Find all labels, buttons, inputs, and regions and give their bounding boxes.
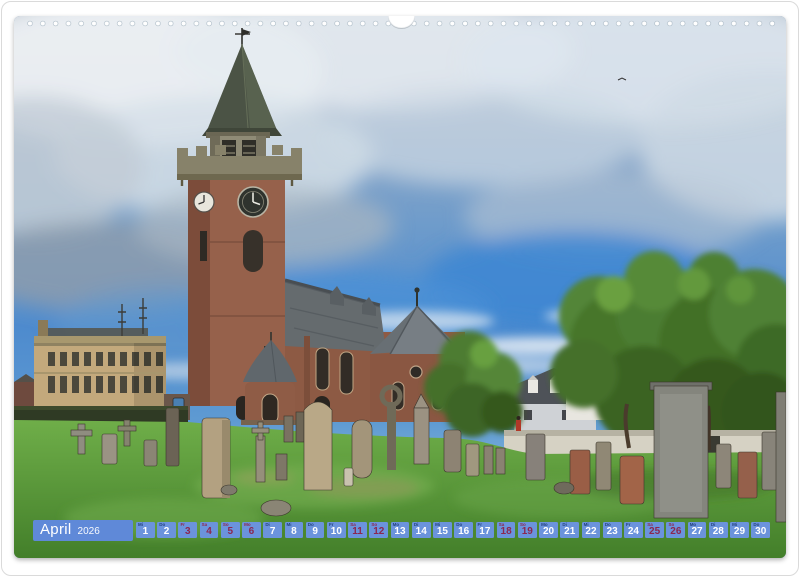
calendar-day-cell: Do 23 [603,522,622,538]
calendar-day-cell: Fr 10 [327,522,346,538]
calendar-day-cell: Mo 6 [242,522,261,538]
month-name: April [40,520,72,540]
weekday-abbr: Fr [626,523,631,528]
weekday-abbr: Di [711,523,716,528]
calendar-day-cell: Mi 29 [730,522,749,538]
calendar-day-cell: Do 9 [306,522,325,538]
calendar-day-cell: Fr 3 [178,522,197,538]
weekday-abbr: Mo [244,523,251,528]
weekday-abbr: Sa [499,523,505,528]
weekday-abbr: Do [308,523,314,528]
calendar-sheet: April 2026 Mi 1 Do 2 Fr 3 Sa 4 So 5 Mo 6… [14,16,786,558]
weekday-abbr: Mi [435,523,440,528]
calendar-day-cell: So 26 [666,522,685,538]
calendar-day-cell: Fr 24 [624,522,643,538]
weekday-abbr: Fr [478,523,483,528]
weekday-abbr: Fr [180,523,185,528]
calendar-day-cell: So 5 [221,522,240,538]
weekday-abbr: So [668,523,674,528]
calendar-day-cell: So 19 [518,522,537,538]
calendar-day-cell: Sa 4 [200,522,219,538]
calendar-day-cell: Mi 1 [136,522,155,538]
calendar-strip: April 2026 Mi 1 Do 2 Fr 3 Sa 4 So 5 Mo 6… [33,519,770,541]
calendar-day-row: Mi 1 Do 2 Fr 3 Sa 4 So 5 Mo 6 Di 7 Mi 8 … [136,522,770,538]
weekday-abbr: Sa [202,523,208,528]
calendar-day-cell: Di 14 [412,522,431,538]
calendar-day-cell: Mi 8 [285,522,304,538]
weekday-abbr: Fr [329,523,334,528]
weekday-abbr: Mi [287,523,292,528]
weekday-abbr: Do [159,523,165,528]
weekday-abbr: Sa [350,523,356,528]
calendar-day-cell: Mo 13 [391,522,410,538]
weekday-abbr: Di [414,523,419,528]
year-label: 2026 [78,526,100,537]
calendar-day-cell: Di 21 [560,522,579,538]
calendar-day-cell: Mi 15 [433,522,452,538]
weekday-abbr: So [371,523,377,528]
calendar-day-cell: So 12 [369,522,388,538]
month-label: April 2026 [33,520,133,541]
calendar-day-cell: Di 7 [263,522,282,538]
calendar-day-cell: Mi 22 [582,522,601,538]
calendar-day-cell: Do 2 [157,522,176,538]
weekday-abbr: Mo [690,523,697,528]
calendar-day-cell: Do 16 [454,522,473,538]
weekday-abbr: Do [456,523,462,528]
weekday-abbr: Mo [393,523,400,528]
calendar-day-cell: Sa 11 [348,522,367,538]
weekday-abbr: Sa [647,523,653,528]
calendar-day-cell: Sa 25 [645,522,664,538]
weekday-abbr: So [520,523,526,528]
weekday-abbr: Mi [584,523,589,528]
calendar-day-cell: Fr 17 [476,522,495,538]
weekday-abbr: Do [753,523,759,528]
calendar-day-cell: Do 30 [751,522,770,538]
weekday-abbr: Di [562,523,567,528]
photo-church-graveyard [14,16,786,558]
weekday-abbr: Mo [541,523,548,528]
weekday-abbr: Mi [732,523,737,528]
calendar-day-cell: Mo 20 [539,522,558,538]
calendar-day-cell: Di 28 [709,522,728,538]
calendar-day-cell: Sa 18 [497,522,516,538]
weekday-abbr: Mi [138,523,143,528]
weekday-abbr: So [223,523,229,528]
weekday-abbr: Do [605,523,611,528]
calendar-day-cell: Mo 27 [688,522,707,538]
weekday-abbr: Di [265,523,270,528]
